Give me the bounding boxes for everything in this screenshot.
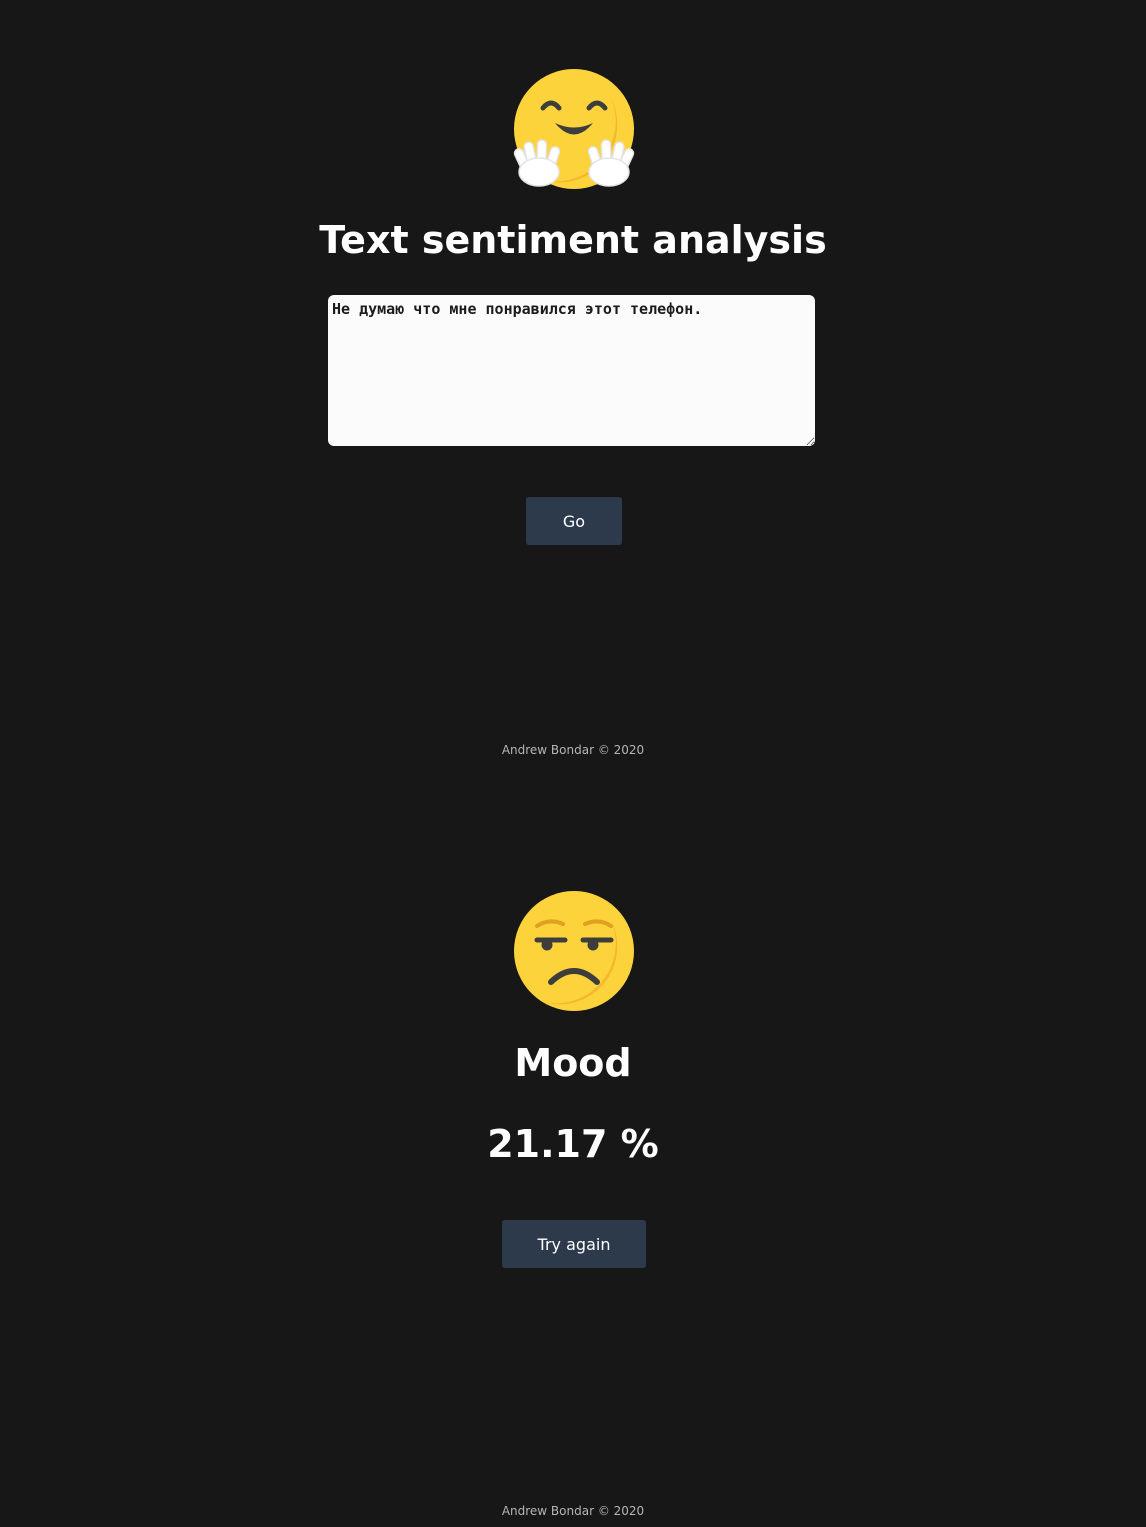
- text-input[interactable]: [328, 295, 815, 446]
- analyze-section: Text sentiment analysis Go Andrew Bondar…: [0, 0, 1146, 800]
- try-again-button[interactable]: Try again: [502, 1220, 646, 1268]
- footer-copyright: Andrew Bondar © 2020: [501, 1504, 645, 1518]
- page-title: Text sentiment analysis: [319, 218, 827, 262]
- mood-title: Mood: [514, 1041, 632, 1085]
- go-button[interactable]: Go: [526, 497, 622, 545]
- mood-score: 21.17 %: [487, 1122, 659, 1166]
- unamused-face-icon: [514, 891, 634, 1011]
- footer-copyright: Andrew Bondar © 2020: [501, 743, 645, 757]
- hugging-face-icon: [513, 69, 635, 189]
